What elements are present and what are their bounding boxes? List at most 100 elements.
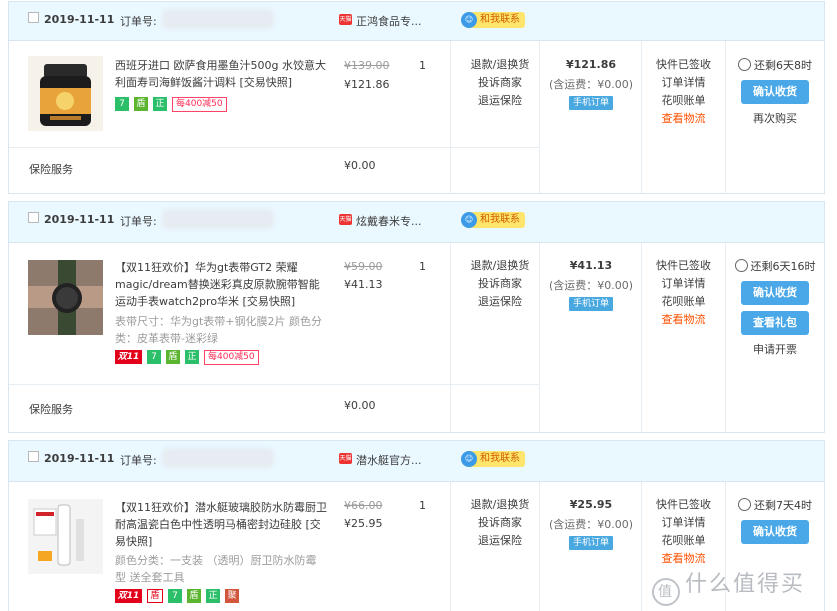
double-eleven-badge: 双11 [115, 589, 142, 603]
clock-icon [738, 498, 751, 511]
order-checkbox[interactable] [28, 212, 39, 223]
genuine-badge-icon: 正 [153, 97, 167, 111]
huabei-bill-link[interactable]: 花呗账单 [642, 293, 725, 311]
tmall-shop-icon: 天猫 [339, 453, 352, 464]
after-sale-links: 退款/退换货 投诉商家 退运保险 [461, 56, 539, 110]
order-status: 快件已签收 订单详情 花呗账单 查看物流 [642, 56, 725, 128]
unit-price: ¥41.13 [344, 278, 383, 291]
order-checkbox[interactable] [28, 12, 39, 23]
status-text: 快件已签收 [656, 58, 711, 71]
order-card: 2019-11-11 订单号: 天猫 正鸿食品专... ☺ 和我联系 西班牙进口 … [8, 1, 825, 194]
insurance-service-price: ¥0.00 [344, 399, 376, 412]
chat-bubble-icon: ☺ [461, 451, 477, 467]
mobile-order-badge: 手机订单 [568, 536, 613, 550]
contact-seller-button[interactable]: ☺ 和我联系 [461, 451, 525, 467]
genuine-badge-icon: 正 [206, 589, 220, 603]
order-status: 快件已签收 订单详情 花呗账单 查看物流 [642, 257, 725, 329]
insurance-shield-icon: 盾 [166, 350, 180, 364]
complain-link[interactable]: 投诉商家 [461, 514, 539, 532]
insurance-service-label: 保险服务 [29, 403, 73, 416]
quantity: 1 [419, 499, 426, 512]
product-title[interactable]: 西班牙进口 欧萨食用墨鱼汁500g 水饺意大利面寿司海鲜饭酱汁调料 [交易快照] [115, 57, 328, 91]
order-detail-link[interactable]: 订单详情 [642, 74, 725, 92]
buy-again-link[interactable]: 再次购买 [726, 110, 824, 126]
order-actions: 还剩7天4时 确认收货 [726, 497, 824, 544]
contact-seller-button[interactable]: ☺ 和我联系 [461, 12, 525, 28]
view-logistics-link[interactable]: 查看物流 [642, 110, 725, 128]
clock-icon [738, 58, 751, 71]
complain-link[interactable]: 投诉商家 [461, 275, 539, 293]
countdown: 还剩6天16时 [726, 258, 824, 275]
gathering-badge-icon: 聚 [225, 589, 239, 603]
original-price: ¥66.00 [344, 499, 383, 512]
quantity: 1 [419, 59, 426, 72]
clock-icon [734, 259, 748, 272]
order-status: 快件已签收 订单详情 花呗账单 查看物流 [642, 496, 725, 568]
confirm-receipt-button[interactable]: 确认收货 [741, 520, 809, 544]
order-number-label: 订单号: [120, 215, 157, 228]
shop-name[interactable]: 正鸿食品专... [356, 13, 422, 29]
double-eleven-badge: 双11 [115, 350, 142, 364]
order-header: 2019-11-11 订单号: 天猫 炫戴春米专... ☺ 和我联系 [9, 202, 824, 243]
original-price: ¥59.00 [344, 260, 383, 273]
huabei-bill-link[interactable]: 花呗账单 [642, 532, 725, 550]
chat-bubble-icon: ☺ [461, 212, 477, 228]
order-total: ¥25.95 (含运费：¥0.00) 手机订单 [541, 498, 641, 550]
tmall-shop-icon: 天猫 [339, 214, 352, 225]
original-price: ¥139.00 [344, 59, 390, 72]
insurance-service-label: 保险服务 [29, 163, 73, 176]
order-number-redacted [162, 9, 274, 29]
total-amount: ¥41.13 [569, 259, 613, 272]
product-title[interactable]: 【双11狂欢价】华为gt表带GT2 荣耀magic/dream替换迷彩真皮原款腕… [115, 259, 328, 310]
seven-day-return-icon: 7 [168, 589, 182, 603]
shipping-fee: (含运费：¥0.00) [548, 78, 634, 91]
order-detail-link[interactable]: 订单详情 [642, 514, 725, 532]
contact-seller-button[interactable]: ☺ 和我联系 [461, 212, 525, 228]
refund-link[interactable]: 退款/退换货 [461, 56, 539, 74]
watermark-logo-icon: 值 [652, 578, 680, 606]
promo-badge: 每400减50 [172, 97, 227, 112]
order-number-label: 订单号: [120, 15, 157, 28]
product-tags: 7 盾正每400减50 [115, 97, 232, 112]
order-total: ¥41.13 (含运费：¥0.00) 手机订单 [541, 259, 641, 311]
complain-link[interactable]: 投诉商家 [461, 74, 539, 92]
product-image[interactable] [28, 56, 103, 131]
total-amount: ¥121.86 [565, 58, 617, 71]
return-insurance-link[interactable]: 退运保险 [461, 532, 539, 550]
order-actions: 还剩6天8时 确认收货 再次购买 [726, 57, 824, 126]
order-date: 2019-11-11 [44, 213, 115, 226]
product-spec: 颜色分类：一支装 （透明）厨卫防水防霉型 送全套工具 [115, 554, 317, 584]
product-image[interactable] [28, 499, 103, 574]
order-checkbox[interactable] [28, 451, 39, 462]
order-detail-link[interactable]: 订单详情 [642, 275, 725, 293]
order-card: 2019-11-11 订单号: 天猫 炫戴春米专... ☺ 和我联系 【双11狂欢… [8, 201, 825, 433]
order-number-label: 订单号: [120, 454, 157, 467]
product-title[interactable]: 【双11狂欢价】潜水艇玻璃胶防水防霉厨卫耐高温瓷白色中性透明马桶密封边硅胶 [交… [115, 499, 328, 550]
huabei-bill-link[interactable]: 花呗账单 [642, 92, 725, 110]
return-insurance-link[interactable]: 退运保险 [461, 92, 539, 110]
confirm-receipt-button[interactable]: 确认收货 [741, 80, 809, 104]
return-insurance-link[interactable]: 退运保险 [461, 293, 539, 311]
order-number-redacted [162, 448, 274, 468]
apply-invoice-link[interactable]: 申请开票 [726, 341, 824, 357]
refund-link[interactable]: 退款/退换货 [461, 496, 539, 514]
product-tags: 双11 7 盾正每400减50 [115, 350, 264, 365]
status-text: 快件已签收 [656, 259, 711, 272]
product-spec: 表带尺寸：华为gt表带+钢化膜2片 颜色分类：皮革表带-迷彩绿 [115, 315, 323, 345]
shop-name[interactable]: 潜水艇官方... [356, 452, 422, 468]
order-total: ¥121.86 (含运费：¥0.00) 手机订单 [541, 58, 641, 110]
after-sale-links: 退款/退换货 投诉商家 退运保险 [461, 257, 539, 311]
insurance-shield-icon: 盾 [187, 589, 201, 603]
shop-name[interactable]: 炫戴春米专... [356, 213, 422, 229]
status-text: 快件已签收 [656, 498, 711, 511]
view-logistics-link[interactable]: 查看物流 [642, 311, 725, 329]
product-image[interactable] [28, 260, 103, 335]
mobile-order-badge: 手机订单 [568, 297, 613, 311]
watermark: 值什么值得买 [652, 566, 805, 606]
shipping-fee: (含运费：¥0.00) [548, 279, 634, 292]
order-number-redacted [162, 209, 274, 229]
order-date: 2019-11-11 [44, 452, 115, 465]
view-gift-button[interactable]: 查看礼包 [741, 311, 809, 335]
confirm-receipt-button[interactable]: 确认收货 [741, 281, 809, 305]
refund-link[interactable]: 退款/退换货 [461, 257, 539, 275]
